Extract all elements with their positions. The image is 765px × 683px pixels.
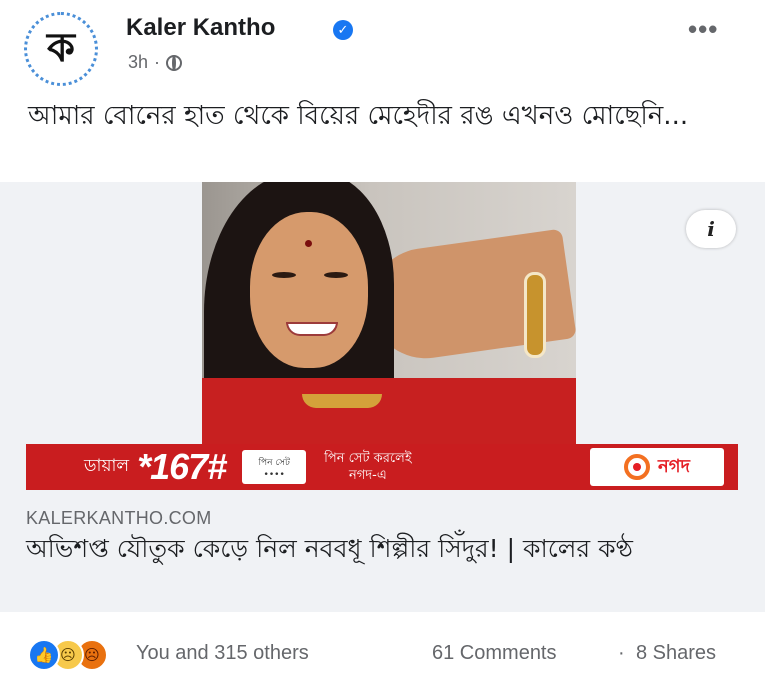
avatar-logo: ক xyxy=(33,21,89,77)
globe-icon[interactable] xyxy=(166,54,183,71)
ad-ussd-code: *167# xyxy=(137,446,227,487)
ad-phone-line2: •••• xyxy=(263,469,285,480)
post-timestamp[interactable]: 3h xyxy=(128,52,148,73)
nagad-logo-icon xyxy=(624,454,650,480)
more-options-icon[interactable]: ••• xyxy=(688,14,718,45)
image-smile xyxy=(286,322,338,336)
post-meta: 3h · xyxy=(128,52,183,73)
link-title[interactable]: অভিশপ্ত যৌতুক কেড়ে নিল নববধূ শিল্পীর সি… xyxy=(26,532,738,566)
reactions-count[interactable]: You and 315 others xyxy=(136,642,309,665)
nagad-brand-name: নগদ xyxy=(658,455,690,477)
footer-separator: · xyxy=(618,642,625,664)
meta-separator: · xyxy=(154,52,161,72)
ad-info-icon[interactable]: i xyxy=(686,210,736,248)
ad-pin-line2: নগদ-এ xyxy=(349,468,387,483)
page-avatar[interactable]: ক xyxy=(24,12,98,86)
post-header: ক Kaler Kantho ✓ 3h · ••• xyxy=(0,0,765,90)
image-bindi xyxy=(305,240,312,247)
image-eye-left xyxy=(272,272,296,278)
comments-count[interactable]: 61 Comments xyxy=(432,642,557,665)
ad-pin-line1: পিন সেট করলেই xyxy=(324,451,412,466)
reaction-icons[interactable]: 👍 ☹ ☹ xyxy=(28,639,108,671)
image-necklace xyxy=(302,394,382,408)
shares-count[interactable]: 8 Shares xyxy=(636,642,716,665)
image-eye-right xyxy=(324,272,348,278)
page-name-link[interactable]: Kaler Kantho xyxy=(126,14,275,42)
ad-banner[interactable]: ডায়াল *167# পিন সেট •••• পিন সেট করলেই … xyxy=(26,444,738,490)
image-saree xyxy=(202,378,576,444)
verified-badge-icon: ✓ xyxy=(333,20,353,40)
post-footer: 👍 ☹ ☹ You and 315 others 61 Comments · 8… xyxy=(0,624,765,683)
post-caption: আমার বোনের হাত থেকে বিয়ের মেহেদীর রঙ এখ… xyxy=(28,101,689,131)
link-preview-image[interactable] xyxy=(202,182,576,444)
nagad-logo-box: নগদ xyxy=(590,448,724,486)
link-domain[interactable]: KALERKANTHO.COM xyxy=(26,508,212,529)
like-icon: 👍 xyxy=(28,639,60,671)
ad-phone-line1: পিন সেট xyxy=(258,457,290,468)
image-bangle xyxy=(524,272,546,358)
image-face xyxy=(250,212,368,368)
ad-dial-text: ডায়াল xyxy=(84,456,130,476)
ad-phone-icon: পিন সেট •••• xyxy=(242,450,307,484)
ad-pin-text: পিন সেট করলেই নগদ-এ xyxy=(324,450,411,484)
